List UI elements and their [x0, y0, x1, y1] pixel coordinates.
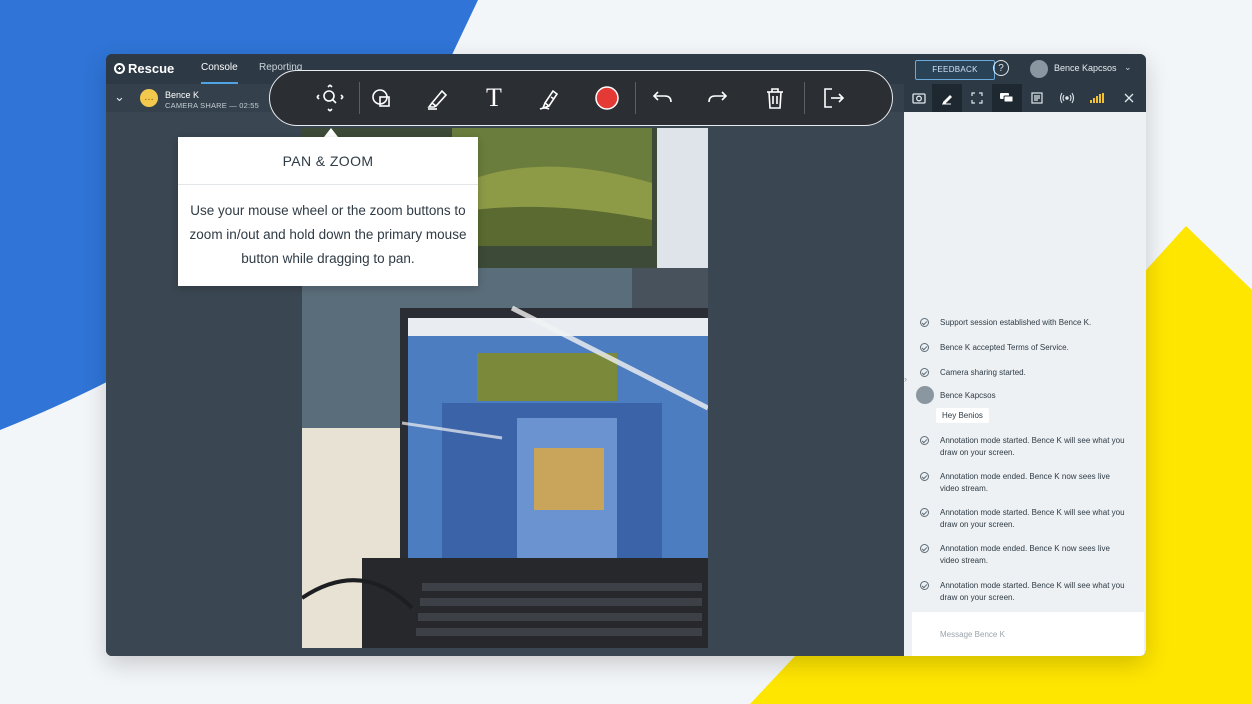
check-circle-icon — [920, 368, 929, 377]
signal-icon[interactable] — [1082, 84, 1112, 112]
chat-message-text: Camera sharing started. — [940, 368, 1026, 377]
chat-message-text: Annotation mode ended. Bence K now sees … — [940, 472, 1110, 493]
customer-avatar: … — [140, 89, 158, 107]
chat-message-text: Support session established with Bence K… — [940, 318, 1092, 327]
chat-message-text: Annotation mode started. Bence K will se… — [940, 508, 1125, 529]
tooltip-pointer — [324, 128, 338, 137]
check-circle-icon — [920, 318, 929, 327]
message-input[interactable] — [912, 612, 1144, 656]
toolbar-divider — [635, 82, 636, 114]
toolbar-divider — [804, 82, 805, 114]
chat-user-avatar — [916, 386, 934, 404]
brand-name: Rescue — [128, 61, 175, 76]
check-circle-icon — [920, 436, 929, 445]
help-icon[interactable]: ? — [993, 60, 1009, 76]
feedback-button[interactable]: FEEDBACK — [915, 60, 995, 80]
check-circle-icon — [920, 508, 929, 517]
check-circle-icon — [920, 472, 929, 481]
connection-icon[interactable] — [1052, 84, 1082, 112]
fullscreen-icon[interactable] — [962, 84, 992, 112]
session-customer-name: Bence K — [165, 90, 200, 100]
collapse-chevron-icon[interactable]: ⌄ — [114, 89, 125, 105]
trash-icon[interactable] — [756, 79, 794, 117]
tooltip-body: Use your mouse wheel or the zoom buttons… — [189, 203, 467, 266]
session-status: CAMERA SHARE — 02:55 — [165, 101, 260, 110]
close-icon[interactable] — [1114, 84, 1144, 112]
pan-zoom-tooltip: PAN & ZOOM Use your mouse wheel or the z… — [178, 137, 478, 286]
chevron-down-icon[interactable]: ⌄ — [1124, 62, 1132, 73]
toolbar-divider — [359, 82, 360, 114]
chat-panel: › Support session established with Bence… — [904, 84, 1146, 656]
tooltip-title: PAN & ZOOM — [282, 153, 374, 169]
pen-icon[interactable] — [531, 79, 569, 117]
panel-toolbar — [904, 84, 1146, 112]
chat-bubble: Hey Benios — [936, 408, 989, 423]
pan-zoom-icon[interactable] — [311, 79, 349, 117]
shapes-icon[interactable] — [363, 79, 401, 117]
tooltip-divider — [178, 184, 478, 185]
chat-message-text: Annotation mode ended. Bence K now sees … — [940, 544, 1110, 565]
color-dot-icon[interactable] — [588, 79, 626, 117]
user-avatar[interactable] — [1030, 60, 1048, 78]
message-input-box — [912, 612, 1144, 656]
text-glyph: T — [486, 83, 502, 112]
check-circle-icon — [920, 581, 929, 590]
redo-icon[interactable] — [699, 79, 737, 117]
check-circle-icon — [920, 544, 929, 553]
panel-collapse-handle[interactable]: › — [904, 374, 907, 384]
check-circle-icon — [920, 343, 929, 352]
highlighter-icon[interactable] — [419, 79, 457, 117]
notes-icon[interactable] — [1022, 84, 1052, 112]
chat-icon[interactable] — [992, 84, 1022, 112]
screenshot-icon[interactable] — [904, 84, 934, 112]
rescue-plus-icon — [114, 63, 125, 74]
annotation-toolbar: T — [269, 70, 893, 126]
chat-message-text: Annotation mode started. Bence K will se… — [940, 436, 1125, 457]
exit-icon[interactable] — [815, 79, 853, 117]
user-name[interactable]: Bence Kapcsos — [1054, 63, 1117, 73]
rescue-logo[interactable]: Rescue — [114, 61, 174, 76]
text-icon[interactable]: T — [475, 79, 513, 117]
tab-console[interactable]: Console — [201, 54, 238, 84]
chat-message-text: Annotation mode started. Bence K will se… — [940, 581, 1125, 602]
chat-message-text: Bence K accepted Terms of Service. — [940, 343, 1069, 352]
chat-message-author: Bence Kapcsos — [940, 391, 996, 400]
annotate-icon[interactable] — [932, 84, 962, 112]
undo-icon[interactable] — [643, 79, 681, 117]
